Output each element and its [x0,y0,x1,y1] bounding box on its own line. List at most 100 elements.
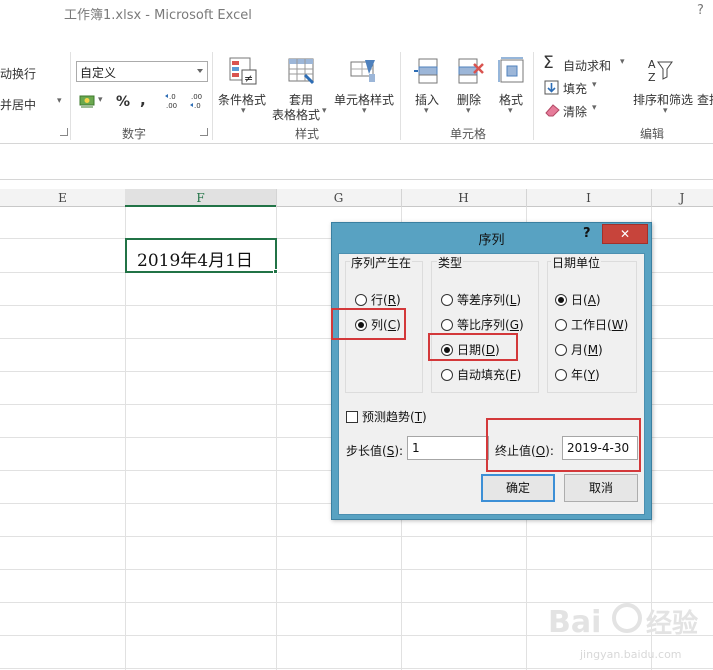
styles-group-label: 样式 [295,127,320,141]
radio-weekday[interactable]: 工作日(W) [555,316,628,333]
radio-growth[interactable]: 等比序列(G) [441,316,524,333]
series-in-title: 序列产生在 [350,254,413,271]
column-headers: E F G H I J [0,189,713,207]
step-input[interactable]: 1 [407,436,489,460]
eraser-icon[interactable] [544,102,562,118]
radio-linear[interactable]: 等差序列(L) [441,291,521,308]
grid-row-line [0,536,713,537]
trend-checkbox[interactable]: 预测趋势(T) [346,408,427,425]
chevron-down-icon[interactable]: ▾ [424,106,429,116]
active-cell[interactable]: 2019年4月1日 [125,238,277,273]
increase-decimal-icon[interactable]: .0 .00 [164,92,186,110]
close-button[interactable]: ✕ [602,224,648,244]
cell-styles-icon[interactable] [349,56,379,86]
svg-text:.0: .0 [194,102,201,110]
merge-dropdown-icon[interactable]: ▾ [57,96,62,106]
svg-text:Bai: Bai [548,605,601,640]
step-label: 步长值(S): [346,444,404,458]
ok-button[interactable]: 确定 [481,474,555,502]
chevron-down-icon[interactable]: ▾ [241,106,246,116]
chevron-down-icon[interactable]: ▾ [592,103,597,113]
number-group-label: 数字 [122,127,147,141]
chevron-down-icon[interactable]: ▾ [362,106,367,116]
group-divider [212,52,213,140]
column-header-f[interactable]: F [125,189,276,207]
number-format-value: 自定义 [80,66,117,80]
grid-col-line [276,207,277,670]
radio-weekday-circle [555,319,567,331]
window-title: 工作簿1.xlsx - Microsoft Excel [64,8,252,23]
help-icon[interactable]: ? [583,226,591,241]
sigma-icon[interactable]: Σ [543,53,554,73]
radio-row[interactable]: 行(R) [355,291,401,308]
cells-group-label: 单元格 [450,127,487,141]
wrap-text-button[interactable]: 动换行 [0,65,36,82]
highlight-date-option [428,333,518,361]
chevron-down-icon[interactable]: ▾ [663,106,668,116]
grid-row-line [0,569,713,570]
radio-autofill[interactable]: 自动填充(F) [441,366,521,383]
fill-down-icon[interactable] [544,80,562,96]
radio-autofill-circle [441,369,453,381]
table-format-icon[interactable] [287,56,317,86]
column-header-e[interactable]: E [0,189,125,207]
radio-month[interactable]: 月(M) [555,341,603,358]
currency-dropdown-icon[interactable]: ▾ [98,95,103,105]
chevron-down-icon[interactable]: ▾ [508,106,513,116]
column-header-j[interactable]: J [651,189,713,207]
number-format-select[interactable]: 自定义 [76,61,208,82]
chevron-down-icon[interactable]: ▾ [592,80,597,90]
radio-month-circle [555,344,567,356]
formula-bar[interactable] [0,145,713,180]
table-format-button-line2[interactable]: 表格格式 [272,106,320,123]
svg-text:≠: ≠ [244,72,253,85]
watermark-logo: Bai 经验 jingyan.baidu.com [548,603,698,661]
group-divider [400,52,401,140]
find-button[interactable]: 查找 [697,91,713,108]
column-header-g[interactable]: G [276,189,401,207]
editing-group-label: 编辑 [640,127,665,141]
radio-growth-circle [441,319,453,331]
chevron-down-icon[interactable]: ▾ [466,106,471,116]
radio-year[interactable]: 年(Y) [555,366,600,383]
svg-text:Z: Z [648,71,656,84]
help-icon[interactable]: ? [697,3,704,18]
clear-button[interactable]: 清除 [563,103,587,120]
percent-button[interactable]: % [116,94,130,110]
alignment-launcher-icon[interactable] [60,128,68,136]
chevron-down-icon[interactable]: ▾ [322,106,327,116]
delete-cells-icon[interactable] [455,56,485,86]
radio-row-circle [355,294,367,306]
fill-button[interactable]: 填充 [563,80,587,97]
column-header-h[interactable]: H [401,189,526,207]
grid-col-line [125,207,126,670]
fill-handle[interactable] [273,269,278,274]
autosum-button[interactable]: 自动求和 [563,57,611,74]
date-unit-title: 日期单位 [551,254,602,271]
merge-center-button[interactable]: 并居中 [0,96,36,113]
highlight-column-option [331,308,406,340]
decrease-decimal-icon[interactable]: .00 .0 [189,92,211,110]
chevron-down-icon[interactable]: ▾ [620,57,625,67]
column-header-i[interactable]: I [526,189,651,207]
number-launcher-icon[interactable] [200,128,208,136]
highlight-stop-value [486,418,641,472]
radio-linear-circle [441,294,453,306]
dialog-body: 序列产生在 行(R) 列(C) 类型 等差序列(L) 等比序列(G) 日期(D)… [338,253,645,515]
format-cells-icon[interactable] [497,56,527,86]
comma-button[interactable]: , [140,91,146,109]
trend-checkbox-box [346,411,358,423]
svg-text:A: A [648,58,656,71]
sort-filter-icon[interactable]: A Z [646,56,676,86]
grid-row-line [0,668,713,669]
currency-format-icon[interactable] [79,93,97,109]
type-title: 类型 [437,254,464,271]
cancel-button[interactable]: 取消 [564,474,638,502]
group-divider [70,52,71,140]
title-bar: 工作簿1.xlsx - Microsoft Excel ? [0,0,713,28]
conditional-format-icon[interactable]: ≠ [228,56,258,86]
group-divider [533,52,534,140]
radio-day-circle [555,294,567,306]
radio-day[interactable]: 日(A) [555,291,601,308]
insert-cells-icon[interactable] [413,56,443,86]
